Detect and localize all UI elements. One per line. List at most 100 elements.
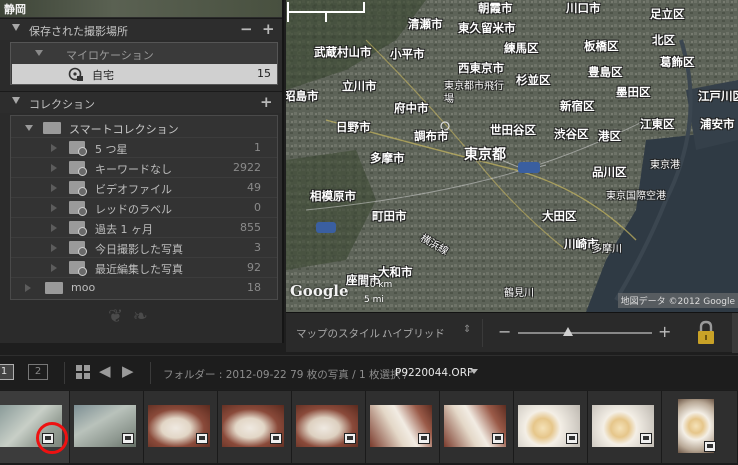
remove-location-button[interactable]: −: [240, 20, 253, 38]
filmstrip-toolbar: 1 2 ◀ ▶ フォルダー : 2012-09-22 79 枚の写真 / 1 枚…: [0, 355, 738, 389]
map-view[interactable]: 朝霞市 川口市 足立区 清瀬市 東久留米市 武蔵村山市 小平市 練馬区 板橋区 …: [286, 0, 738, 312]
zoom-slider-thumb[interactable]: [562, 327, 573, 336]
gps-badge-icon[interactable]: [418, 433, 430, 444]
secondary-monitor-button[interactable]: 2: [28, 364, 48, 380]
gps-badge-icon[interactable]: [640, 433, 652, 444]
lock-icon[interactable]: [696, 320, 716, 346]
map-label: 東京国際空港: [606, 191, 666, 202]
disclosure-triangle-icon[interactable]: [12, 97, 20, 104]
smart-collection-icon: [69, 221, 87, 236]
smart-collection-label: 最近編集した写真: [95, 263, 183, 276]
map-label: 品川区: [592, 165, 627, 179]
add-location-button[interactable]: +: [262, 20, 275, 38]
filmstrip-thumbnail[interactable]: [292, 391, 366, 463]
filmstrip-thumbnail[interactable]: [366, 391, 440, 463]
gps-badge-icon[interactable]: [122, 433, 134, 444]
scale-mi-label: 5 mi: [364, 295, 384, 305]
smart-collection-item[interactable]: ビデオファイル 49: [11, 178, 277, 198]
disclosure-triangle-icon[interactable]: [25, 284, 31, 292]
map-label: 渋谷区: [554, 127, 589, 141]
filmstrip-thumbnail[interactable]: [588, 391, 662, 463]
google-logo: Google: [290, 282, 349, 300]
filmstrip-thumbnail[interactable]: [440, 391, 514, 463]
smart-collection-count: 0: [254, 201, 261, 214]
select-arrows-icon[interactable]: ⇕: [463, 324, 471, 335]
map-style-select[interactable]: ハイブリッド: [382, 326, 445, 341]
smart-collection-item[interactable]: 過去 1 ヶ月 855: [11, 218, 277, 238]
collections-list: スマートコレクション 5 つ星 1 キーワードなし 2922 ビデオファイル 4…: [10, 115, 278, 300]
smart-collection-item[interactable]: キーワードなし 2922: [11, 158, 277, 178]
add-collection-button[interactable]: +: [260, 93, 273, 111]
toolbar-divider: [150, 362, 151, 384]
map-label: 墨田区: [616, 85, 651, 99]
map-label: 東京都: [464, 147, 506, 163]
map-label: 世田谷区: [490, 123, 536, 137]
toolbar-divider: [482, 319, 483, 347]
chevron-down-icon[interactable]: [470, 369, 478, 374]
filmstrip-thumbnail[interactable]: [144, 391, 218, 463]
gps-badge-icon[interactable]: [566, 433, 578, 444]
saved-locations-header[interactable]: 保存された撮影場所 − +: [0, 18, 282, 40]
smart-collection-item[interactable]: 今日撮影した写真 3: [11, 238, 277, 258]
smart-collection-item[interactable]: レッドのラベル 0: [11, 198, 277, 218]
smart-collection-count: 49: [247, 181, 261, 194]
previous-arrow-icon[interactable]: ◀: [99, 362, 111, 380]
grid-view-icon[interactable]: [76, 365, 90, 379]
map-label: 杉並区: [516, 73, 551, 87]
disclosure-triangle-icon[interactable]: [12, 24, 20, 31]
location-item-label: 自宅: [92, 69, 114, 82]
smart-collection-label: 5 つ星: [95, 143, 128, 156]
map-label: 新宿区: [560, 99, 595, 113]
collection-folder-moo[interactable]: moo 18: [11, 278, 277, 298]
location-group-row[interactable]: マイロケーション: [11, 43, 277, 65]
map-label: 調布市: [414, 129, 449, 143]
smart-collection-label: 今日撮影した写真: [95, 243, 183, 256]
map-label: 大田区: [542, 209, 577, 223]
disclosure-triangle-icon: [51, 144, 57, 152]
filmstrip-thumbnail[interactable]: [514, 391, 588, 463]
next-arrow-icon[interactable]: ▶: [122, 362, 134, 380]
filmstrip-thumbnail[interactable]: [70, 391, 144, 463]
selected-filename[interactable]: P9220044.ORF: [395, 367, 473, 379]
smart-collection-folder-label: スマートコレクション: [69, 123, 179, 136]
smart-collection-folder[interactable]: スマートコレクション: [11, 118, 277, 138]
smart-collection-label: 過去 1 ヶ月: [95, 223, 153, 236]
map-label: 練馬区: [504, 41, 539, 55]
filmstrip-thumbnail[interactable]: [662, 391, 738, 463]
gps-badge-icon[interactable]: [704, 441, 716, 452]
saved-locations-title: 保存された撮影場所: [29, 25, 128, 38]
map-label: 鶴見川: [504, 288, 534, 299]
zoom-out-button[interactable]: −: [498, 322, 511, 341]
map-label: 大和市: [378, 265, 413, 279]
zoom-in-button[interactable]: +: [658, 322, 671, 341]
smart-collection-count: 2922: [233, 161, 261, 174]
location-item-home[interactable]: 自宅 15: [12, 64, 277, 84]
filmstrip-thumbnail[interactable]: [218, 391, 292, 463]
map-label: 豊島区: [588, 65, 623, 79]
map-label: 葛飾区: [660, 55, 695, 69]
disclosure-triangle-icon: [51, 224, 57, 232]
saved-locations-list: マイロケーション 自宅 15: [10, 42, 278, 85]
primary-monitor-button[interactable]: 1: [0, 364, 14, 380]
smart-collection-label: キーワードなし: [95, 163, 172, 176]
disclosure-triangle-icon[interactable]: [35, 50, 43, 56]
gps-badge-icon[interactable]: [344, 433, 356, 444]
map-label: 川口市: [566, 1, 601, 15]
map-label: 多摩川: [592, 244, 622, 255]
smart-collection-label: レッドのラベル: [95, 203, 172, 216]
collection-folder-label: moo: [71, 281, 96, 294]
map-label: 町田市: [372, 209, 407, 223]
disclosure-triangle-icon[interactable]: [25, 125, 33, 131]
gps-badge-icon[interactable]: [196, 433, 208, 444]
smart-collection-item[interactable]: 最近編集した写真 92: [11, 258, 277, 278]
smart-collection-item[interactable]: 5 つ星 1: [11, 138, 277, 158]
gps-badge-icon[interactable]: [270, 433, 282, 444]
map-label: 武蔵村山市: [314, 45, 372, 59]
smart-collection-icon: [69, 181, 87, 196]
collections-header[interactable]: コレクション +: [0, 91, 282, 113]
gps-badge-icon[interactable]: [492, 433, 504, 444]
map-label: 昭島市: [286, 89, 319, 103]
location-pin-icon: [68, 67, 83, 81]
zoom-slider-track[interactable]: [518, 332, 652, 334]
mini-map-strip: 静岡: [0, 0, 282, 17]
